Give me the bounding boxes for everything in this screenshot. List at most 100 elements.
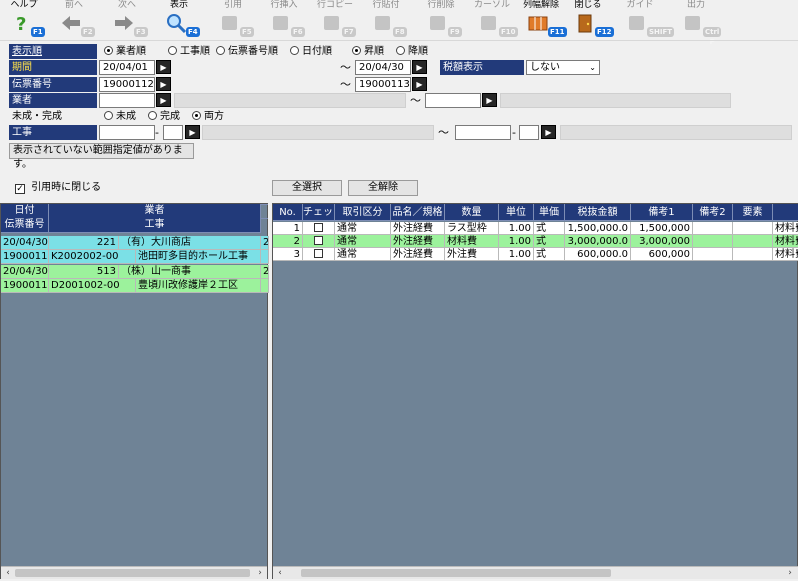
cell-vendor-code: 513 bbox=[49, 265, 119, 279]
toolbar-button-magnifier[interactable]: 表示 F4 bbox=[157, 0, 201, 40]
range-notice-button[interactable]: 表示されていない範囲指定値があります。 bbox=[9, 143, 194, 170]
work-label: 工事 bbox=[9, 125, 97, 140]
header-unit-price: 単価 bbox=[534, 204, 565, 221]
sort-radio-1[interactable]: 工事順 bbox=[168, 44, 210, 59]
radio-circle-icon bbox=[396, 46, 405, 55]
cell-extra-2 bbox=[261, 279, 269, 293]
sort-radio-2[interactable]: 伝票番号順 bbox=[216, 44, 278, 59]
scroll-thumb[interactable] bbox=[15, 569, 250, 577]
header-extra-top bbox=[261, 204, 268, 205]
vendor-from-input[interactable] bbox=[99, 93, 155, 108]
work-tilde: ～ bbox=[438, 126, 449, 139]
select-all-button[interactable]: 全選択 bbox=[272, 180, 342, 196]
quote-icon bbox=[219, 13, 241, 33]
left-horizontal-scrollbar[interactable]: ‹ › bbox=[1, 566, 267, 579]
status-radio-2[interactable]: 両方 bbox=[192, 109, 224, 124]
sort-radio-0[interactable]: 業者順 bbox=[104, 44, 146, 59]
toolbar-button-label: 行挿入 bbox=[270, 0, 298, 10]
period-from-lookup-button[interactable]: ▶ bbox=[156, 60, 171, 74]
toolbar-button-guide[interactable]: ガイド SHIFT bbox=[618, 0, 675, 40]
status-radio-1[interactable]: 完成 bbox=[148, 109, 180, 124]
cell-quantity: 1.00 bbox=[499, 248, 534, 261]
chevron-down-icon: ⌄ bbox=[589, 63, 596, 72]
toolbar-button-help[interactable]: ヘルプ? F1 bbox=[2, 0, 46, 40]
radio-circle-icon bbox=[352, 46, 361, 55]
toolbar-button-column-width[interactable]: 列幅解除 F11 bbox=[519, 0, 567, 40]
toolbar-button-label: ヘルプ bbox=[10, 0, 38, 10]
header-unit: 単位 bbox=[499, 204, 534, 221]
vendor-to-lookup-button[interactable]: ▶ bbox=[482, 93, 497, 107]
toolbar-divider bbox=[0, 40, 798, 41]
slip-to-input[interactable]: 19000113 bbox=[355, 77, 411, 92]
right-horizontal-scrollbar[interactable]: ‹ › bbox=[273, 566, 798, 579]
header-transaction-type: 取引区分 bbox=[335, 204, 391, 221]
toolbar-button-copy-row[interactable]: 行コピー F7 bbox=[313, 0, 357, 40]
radio-circle-icon bbox=[148, 111, 157, 120]
cell-amount: 1,500,000 bbox=[631, 222, 693, 235]
period-tilde: ～ bbox=[340, 61, 351, 74]
toolbar-button-delete-row[interactable]: 行削除 F9 bbox=[419, 0, 463, 40]
deselect-all-button[interactable]: 全解除 bbox=[348, 180, 418, 196]
cell-note1 bbox=[693, 222, 733, 235]
row-checkbox[interactable] bbox=[314, 223, 323, 232]
toolbar-button-label: 前へ bbox=[64, 0, 83, 10]
period-to-lookup-button[interactable]: ▶ bbox=[412, 60, 427, 74]
toolbar-button-insert-row[interactable]: 行挿入 F6 bbox=[262, 0, 306, 40]
scroll-left-icon[interactable]: ‹ bbox=[2, 567, 14, 579]
work-from-branch-input[interactable] bbox=[163, 125, 183, 140]
function-key-badge: F6 bbox=[291, 27, 305, 37]
toolbar-button-label: 次へ bbox=[117, 0, 136, 10]
scroll-left-icon[interactable]: ‹ bbox=[274, 567, 286, 579]
slip-to-lookup-button[interactable]: ▶ bbox=[412, 77, 427, 91]
cell-no: 1 bbox=[273, 222, 303, 235]
scroll-right-icon[interactable]: › bbox=[784, 567, 796, 579]
toolbar-button-close-door[interactable]: 閉じる F12 bbox=[566, 0, 614, 40]
row-checkbox[interactable] bbox=[314, 249, 323, 258]
scroll-right-icon[interactable]: › bbox=[254, 567, 266, 579]
cell-vendor-name: （有）大川商店 bbox=[119, 236, 261, 250]
radio-circle-icon bbox=[168, 46, 177, 55]
quote-close-toggle[interactable]: ✓ 引用時に閉じる bbox=[15, 181, 101, 195]
toolbar-button-paste-row[interactable]: 行貼付 F8 bbox=[364, 0, 408, 40]
toolbar-button-forward-arrow[interactable]: 次へ F3 bbox=[105, 0, 149, 40]
cell-check[interactable] bbox=[303, 235, 335, 248]
order-radio-0[interactable]: 昇順 bbox=[352, 44, 384, 59]
toolbar-button-label: 行コピー bbox=[316, 0, 353, 10]
order-radio-1[interactable]: 降順 bbox=[396, 44, 428, 59]
radio-label: 完成 bbox=[160, 111, 180, 122]
scroll-thumb[interactable] bbox=[301, 569, 611, 577]
cell-element: 材料費 bbox=[773, 222, 798, 235]
function-key-badge: F11 bbox=[548, 27, 567, 37]
quote-close-checkbox[interactable]: ✓ bbox=[15, 184, 25, 194]
toolbar-button-back-arrow[interactable]: 前へ F2 bbox=[52, 0, 96, 40]
function-key-badge: SHIFT bbox=[647, 27, 675, 37]
toolbar-button-cursor[interactable]: カーソル F10 bbox=[470, 0, 518, 40]
cell-work-code: K2002002-00 bbox=[49, 250, 136, 264]
tax-display-select[interactable]: しない ⌄ bbox=[526, 60, 600, 75]
vendor-from-lookup-button[interactable]: ▶ bbox=[156, 93, 171, 107]
work-from-lookup-button[interactable]: ▶ bbox=[185, 125, 200, 139]
work-from-input[interactable] bbox=[99, 125, 155, 140]
cell-check[interactable] bbox=[303, 248, 335, 261]
cell-check[interactable] bbox=[303, 222, 335, 235]
period-to-input[interactable]: 20/04/30 bbox=[355, 60, 411, 75]
cell-amount: 3,000,000 bbox=[631, 235, 693, 248]
sort-radio-3[interactable]: 日付順 bbox=[290, 44, 332, 59]
cell-quantity: 1.00 bbox=[499, 222, 534, 235]
slip-from-lookup-button[interactable]: ▶ bbox=[156, 77, 171, 91]
toolbar-button-quote[interactable]: 引用 F5 bbox=[211, 0, 255, 40]
vendor-tilde: ～ bbox=[410, 94, 421, 107]
work-to-lookup-button[interactable]: ▶ bbox=[541, 125, 556, 139]
vendor-to-input[interactable] bbox=[425, 93, 481, 108]
work-to-branch-input[interactable] bbox=[519, 125, 539, 140]
cell-spec: 材料費 bbox=[445, 235, 499, 248]
slip-from-input[interactable]: 19000112 bbox=[99, 77, 155, 92]
status-radio-0[interactable]: 未成 bbox=[104, 109, 136, 124]
slip-list-grid: 日付 業者 伝票番号 工事 20/04/30 221 （有）大川商店 2 1900011… bbox=[0, 203, 269, 579]
back-arrow-icon bbox=[60, 13, 82, 33]
period-from-input[interactable]: 20/04/01 bbox=[99, 60, 155, 75]
toolbar-button-output[interactable]: 出力 Ctrl P bbox=[674, 0, 722, 46]
row-checkbox[interactable] bbox=[314, 236, 323, 245]
work-to-input[interactable] bbox=[455, 125, 511, 140]
radio-circle-icon bbox=[216, 46, 225, 55]
